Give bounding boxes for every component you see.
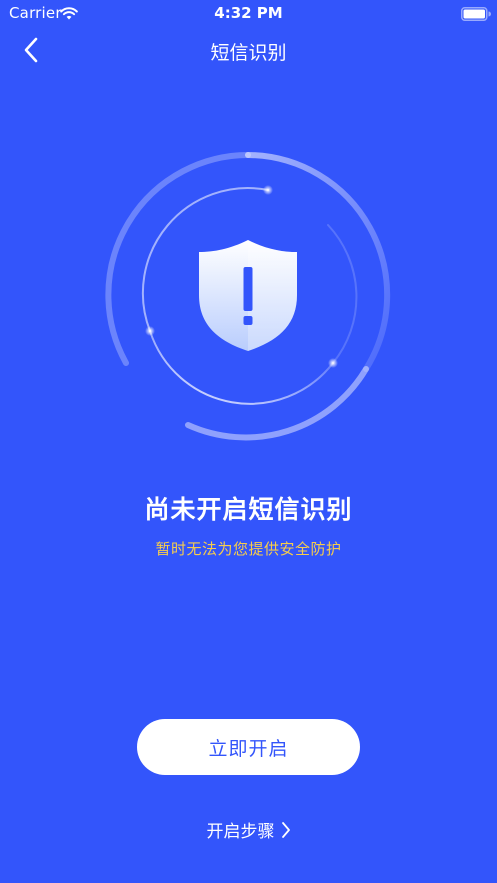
page-title: 短信识别 (210, 42, 287, 64)
battery-full-icon (461, 6, 491, 25)
navigation-bar: 短信识别 (0, 26, 497, 76)
shield-exclamation-icon (199, 240, 297, 351)
status-title: 尚未开启短信识别 (144, 495, 353, 524)
enable-now-button[interactable]: 立即开启 (137, 719, 360, 775)
status-subtitle: 暂时无法为您提供安全防护 (155, 540, 342, 558)
shield-illustration (98, 145, 398, 445)
status-bar: Carrier 4:32 PM (0, 0, 497, 26)
enable-steps-link[interactable]: 开启步骤 (0, 817, 497, 842)
enable-steps-label: 开启步骤 (206, 822, 275, 842)
status-time: 4:32 PM (214, 4, 283, 22)
chevron-right-icon (281, 821, 291, 839)
